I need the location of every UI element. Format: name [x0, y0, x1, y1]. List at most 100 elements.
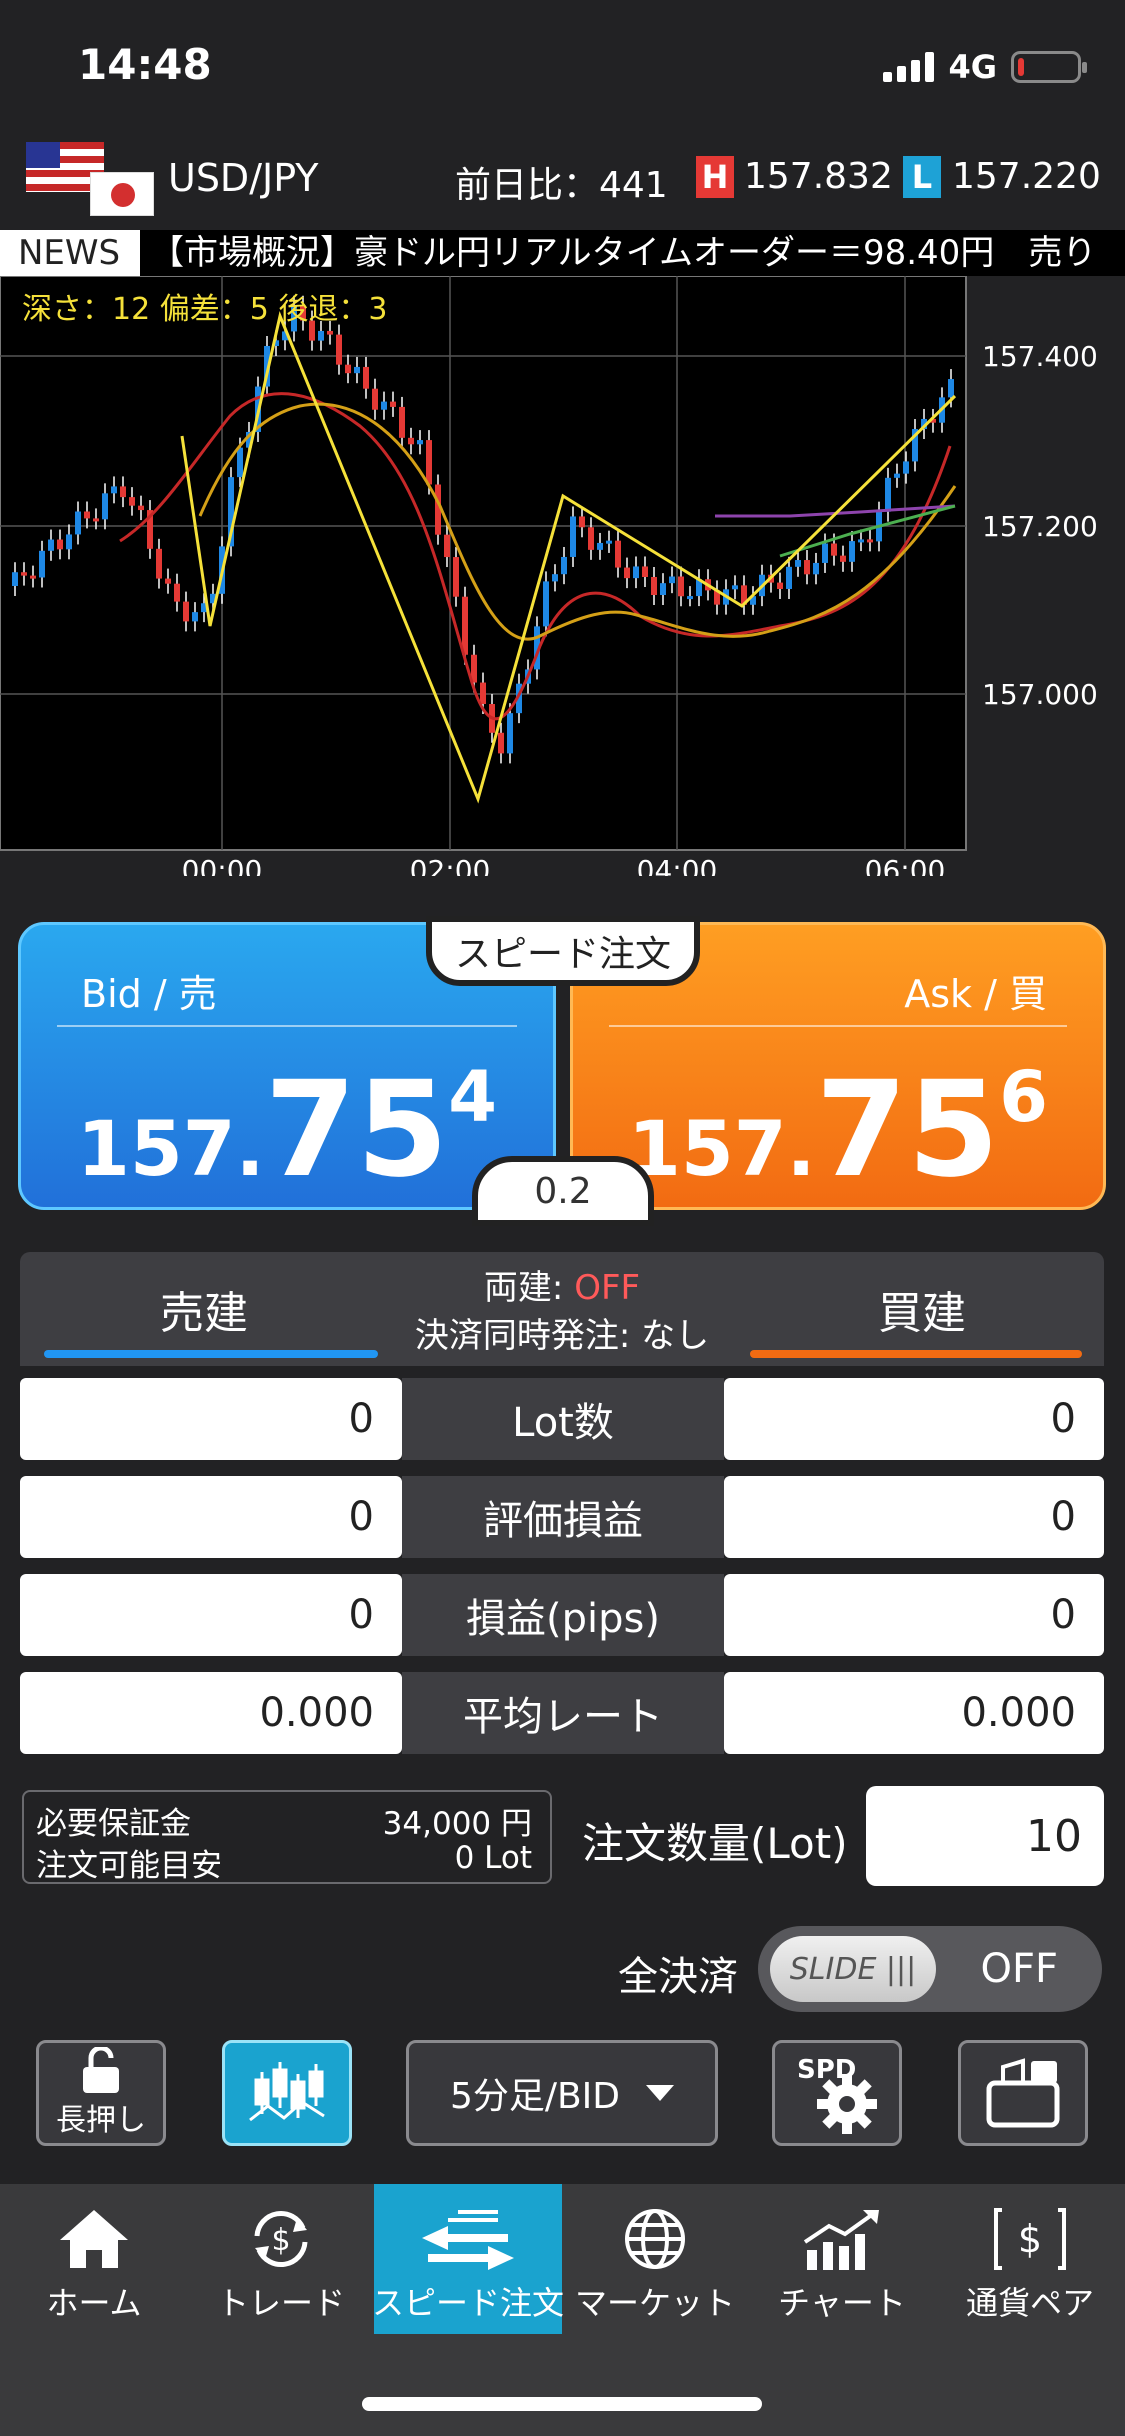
available-lot-label: 注文可能目安: [36, 1848, 222, 1884]
candle-body: [687, 596, 693, 600]
chart-svg[interactable]: 157.400 157.200 157.000 00:00 02:00 04:00 06:…: [0, 276, 1125, 876]
ask-label: Ask / 買: [904, 972, 1047, 1016]
currency-pair-icon: $: [994, 2208, 1066, 2270]
globe-icon: [625, 2209, 685, 2269]
candle-body: [138, 505, 144, 511]
candle-body: [57, 539, 63, 550]
y-tick-label: 157.000: [982, 678, 1098, 711]
candle-body: [39, 550, 45, 578]
window-layout-button[interactable]: [958, 2040, 1088, 2146]
order-lot-input[interactable]: 10: [866, 1786, 1104, 1886]
svg-text:$: $: [1018, 2217, 1042, 2261]
position-header: 売建 両建: OFF 決済同時発注: なし 買建: [20, 1252, 1104, 1366]
gear-icon: SPD: [797, 2055, 877, 2134]
candle-body: [318, 330, 324, 341]
candle-body: [840, 555, 846, 562]
candle-body: [165, 578, 171, 584]
candle-body: [75, 511, 81, 535]
candle-body: [399, 406, 405, 438]
close-all-state: OFF: [980, 1946, 1059, 1992]
candle-body: [579, 516, 585, 528]
candle-body: [462, 596, 468, 655]
candle-body: [822, 543, 828, 563]
status-indicators: 4G: [883, 48, 1087, 86]
x-axis-labels: 00:00 02:00 04:00 06:00: [182, 854, 946, 876]
required-margin-label: 必要保証金: [36, 1806, 191, 1842]
candle-body: [381, 401, 387, 410]
price-chart[interactable]: 157.400 157.200 157.000 00:00 02:00 04:00 06:…: [0, 276, 1125, 876]
candle-body: [813, 562, 819, 575]
buy-pips: 0: [724, 1574, 1104, 1656]
slide-knob[interactable]: SLIDE |||: [770, 1936, 936, 2002]
network-label: 4G: [948, 48, 997, 86]
candle-body: [102, 493, 108, 520]
speed-settings-button[interactable]: SPD: [772, 2040, 902, 2146]
candle-body: [498, 732, 504, 754]
close-all-slider[interactable]: SLIDE ||| OFF: [758, 1926, 1102, 2012]
jp-flag-icon: [90, 172, 154, 216]
chevron-down-icon: [646, 2085, 675, 2101]
tab-trade[interactable]: $ トレード: [187, 2184, 375, 2334]
tab-home[interactable]: ホーム: [0, 2184, 188, 2334]
candle-body: [183, 601, 189, 622]
window-switch-icon: [986, 2058, 1060, 2128]
timeframe-select[interactable]: 5分足/BID: [406, 2040, 718, 2146]
chart-plot-area: [0, 276, 966, 850]
chart-type-button[interactable]: [222, 2040, 352, 2146]
candle-body: [777, 582, 783, 589]
candle-body: [732, 585, 738, 590]
candle-body: [552, 574, 558, 582]
news-headline[interactable]: 【市場概況】豪ドル円リアルタイムオーダー＝98.40円 売り: [150, 230, 1096, 276]
candle-body: [867, 539, 873, 543]
candle-body: [192, 612, 198, 622]
tab-market[interactable]: マーケット: [561, 2184, 749, 2334]
prev-day-change: 前日比：441: [455, 165, 668, 206]
candle-body: [174, 583, 180, 602]
candle-body: [669, 576, 675, 584]
tab-speed-order[interactable]: スピード注文: [372, 2184, 564, 2334]
close-all-label: 全決済: [618, 1954, 738, 2000]
high-value: 157.832: [744, 156, 893, 197]
candle-body: [597, 542, 603, 550]
candle-body: [795, 560, 801, 567]
candle-body: [804, 560, 810, 575]
candle-body: [831, 543, 837, 556]
sell-lots: 0: [20, 1378, 402, 1460]
currency-pair[interactable]: USD/JPY: [168, 156, 319, 200]
x-tick-label: 06:00: [865, 854, 946, 876]
news-ticker[interactable]: NEWS 【市場概況】豪ドル円リアルタイムオーダー＝98.40円 売り: [0, 230, 1125, 276]
candle-body: [507, 713, 513, 754]
settle-order-setting: 決済同時発注: なし: [414, 1316, 710, 1356]
sell-position-tab[interactable]: 売建: [30, 1252, 378, 1366]
pair-header[interactable]: USD/JPY 前日比：441 H 157.832 L 157.220: [0, 130, 1125, 230]
candle-body: [237, 447, 243, 478]
candle-body: [327, 330, 333, 335]
candle-body: [66, 534, 72, 550]
home-indicator[interactable]: [362, 2397, 762, 2411]
battery-icon: [1011, 51, 1087, 83]
required-margin-value: 34,000 円: [382, 1806, 532, 1842]
tab-currency-pair[interactable]: $ 通貨ペア: [936, 2184, 1124, 2334]
signal-icon: [883, 52, 935, 82]
candle-body: [156, 548, 162, 579]
buy-avg-rate: 0.000: [724, 1672, 1104, 1754]
news-tag: NEWS: [0, 230, 140, 276]
candle-body: [615, 540, 621, 568]
candle-body: [120, 486, 126, 498]
zigzag-params: 深さ：12 偏差：5 後退：3: [22, 292, 388, 327]
arrows-icon: [422, 2210, 514, 2270]
chart-icon: [803, 2210, 879, 2270]
tab-chart[interactable]: チャート: [748, 2184, 936, 2334]
buy-position-tab[interactable]: 買建: [750, 1252, 1094, 1366]
position-settings[interactable]: 両建: OFF 決済同時発注: なし: [380, 1264, 744, 1360]
row-label: 評価損益: [402, 1476, 724, 1558]
long-press-lock-button[interactable]: 長押し: [36, 2040, 166, 2146]
status-bar: 14:48 4G: [0, 0, 1125, 125]
candle-body: [30, 575, 36, 579]
y-tick-label: 157.200: [982, 510, 1098, 543]
candle-body: [642, 566, 648, 577]
candle-body: [129, 497, 135, 506]
candle-body: [606, 540, 612, 544]
candle-body: [624, 567, 630, 579]
ask-price: 157.756: [628, 1053, 1048, 1207]
